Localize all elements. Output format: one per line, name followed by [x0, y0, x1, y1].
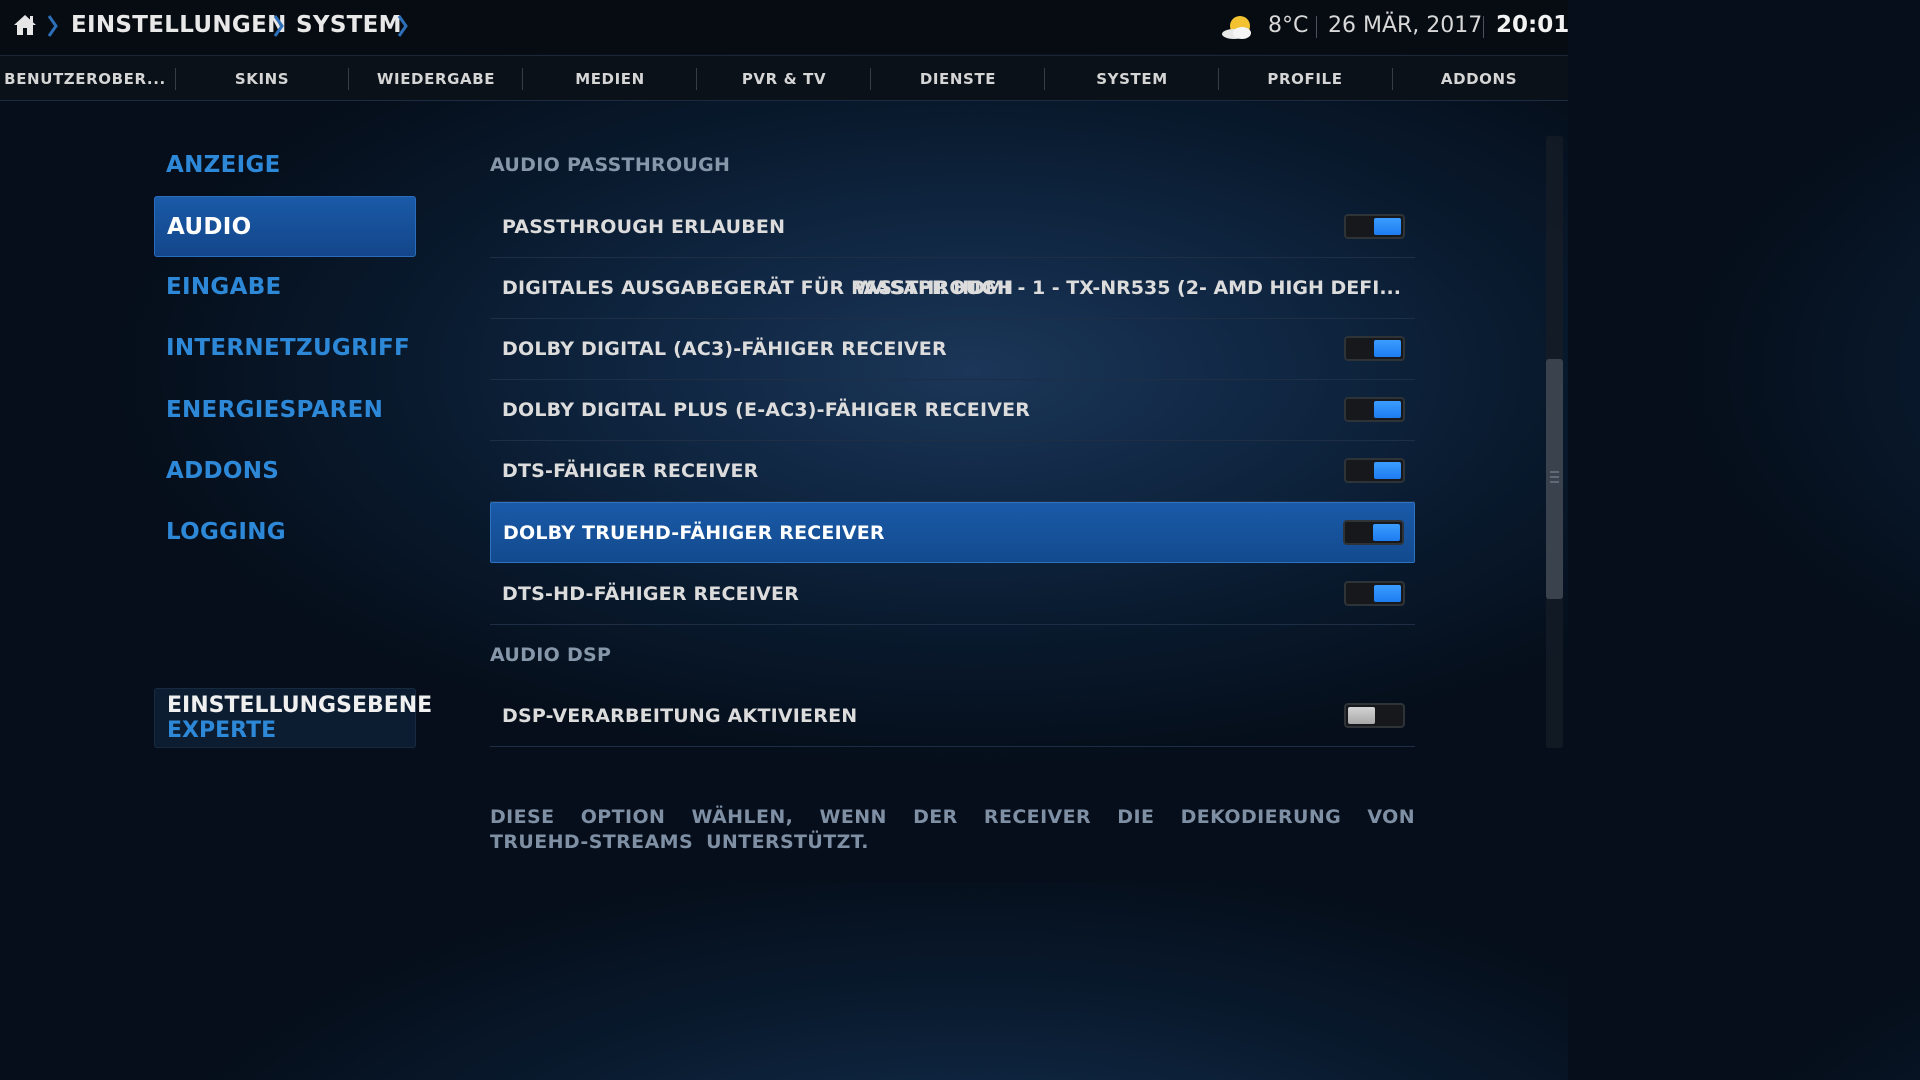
settings-level-title: EINSTELLUNGSEBENE — [167, 693, 433, 718]
tab-skins[interactable]: SKINS — [176, 56, 348, 102]
setting-dts[interactable]: DTS-FÄHIGER RECEIVER — [490, 441, 1415, 502]
header-divider — [1316, 16, 1317, 38]
menu-item-audio[interactable]: AUDIO — [154, 196, 416, 257]
toggle-switch[interactable] — [1344, 703, 1405, 728]
temperature: 8°C — [1268, 13, 1309, 38]
setting-label: DTS-FÄHIGER RECEIVER — [502, 460, 759, 482]
toggle-switch[interactable] — [1344, 458, 1405, 483]
toggle-knob — [1348, 707, 1375, 724]
menu-item-label: INTERNETZUGRIFF — [166, 335, 410, 361]
tab-profile[interactable]: PROFILE — [1219, 56, 1391, 102]
toggle-knob — [1374, 585, 1401, 602]
setting-label: DSP-VERARBEITUNG AKTIVIEREN — [502, 705, 858, 727]
scrollbar[interactable] — [1546, 136, 1563, 748]
toggle-knob — [1374, 462, 1401, 479]
menu-item-eingabe[interactable]: EINGABE — [154, 257, 416, 318]
clock: 20:01 — [1496, 12, 1570, 38]
menu-item-label: ENERGIESPAREN — [166, 397, 384, 423]
chevron-right-icon — [47, 15, 58, 37]
breadcrumb-einstellungen[interactable]: EINSTELLUNGEN — [71, 12, 287, 38]
category-tabs: BENUTZEROBER... SKINS WIEDERGABE MEDIEN … — [0, 55, 1568, 101]
toggle-switch[interactable] — [1344, 336, 1405, 361]
scrollbar-thumb[interactable] — [1546, 359, 1563, 599]
setting-passthrough-erlauben[interactable]: PASSTHROUGH ERLAUBEN — [490, 197, 1415, 258]
breadcrumb-system[interactable]: SYSTEM — [296, 12, 402, 38]
toggle-knob — [1374, 340, 1401, 357]
header-divider — [1483, 16, 1484, 38]
scrollbar-grip — [1550, 476, 1559, 478]
menu-item-addons[interactable]: ADDONS — [154, 441, 416, 502]
scrollbar-grip — [1550, 481, 1559, 483]
toggle-switch[interactable] — [1344, 214, 1405, 239]
tab-pvr-tv[interactable]: PVR & TV — [697, 56, 871, 102]
menu-item-label: ADDONS — [166, 458, 280, 484]
menu-item-label: EINGABE — [166, 274, 282, 300]
toggle-knob — [1374, 401, 1401, 418]
chevron-right-icon — [273, 15, 284, 37]
setting-label: DOLBY DIGITAL (AC3)-FÄHIGER RECEIVER — [502, 338, 947, 360]
menu-item-label: AUDIO — [167, 214, 252, 240]
toggle-knob — [1373, 524, 1400, 541]
setting-label: DOLBY DIGITAL PLUS (E-AC3)-FÄHIGER RECEI… — [502, 399, 1031, 421]
chevron-right-icon — [397, 15, 408, 37]
tab-addons[interactable]: ADDONS — [1393, 56, 1565, 102]
section-title-audio-passthrough: AUDIO PASSTHROUGH — [490, 154, 731, 176]
tab-system[interactable]: SYSTEM — [1045, 56, 1219, 102]
home-icon[interactable] — [12, 12, 38, 38]
setting-label: DOLBY TRUEHD-FÄHIGER RECEIVER — [503, 522, 885, 544]
menu-item-label: ANZEIGE — [166, 152, 281, 178]
toggle-knob — [1374, 218, 1401, 235]
menu-item-energiesparen[interactable]: ENERGIESPAREN — [154, 380, 416, 441]
toggle-switch[interactable] — [1344, 397, 1405, 422]
toggle-switch[interactable] — [1344, 581, 1405, 606]
tab-medien[interactable]: MEDIEN — [523, 56, 697, 102]
scrollbar-grip — [1550, 471, 1559, 473]
tab-dienste[interactable]: DIENSTE — [871, 56, 1045, 102]
settings-level-button[interactable]: EINSTELLUNGSEBENE EXPERTE — [154, 688, 432, 748]
setting-dsp-verarbeitung[interactable]: DSP-VERARBEITUNG AKTIVIEREN — [490, 686, 1415, 747]
setting-value: WASAPI: HDMI - 1 - TX-NR535 (2- AMD HIGH… — [854, 277, 1401, 299]
toggle-switch[interactable] — [1343, 520, 1404, 545]
setting-dolby-digital-plus[interactable]: DOLBY DIGITAL PLUS (E-AC3)-FÄHIGER RECEI… — [490, 380, 1415, 441]
setting-dts-hd[interactable]: DTS-HD-FÄHIGER RECEIVER — [490, 564, 1415, 625]
tab-wiedergabe[interactable]: WIEDERGABE — [349, 56, 523, 102]
setting-label: DTS-HD-FÄHIGER RECEIVER — [502, 583, 800, 605]
section-title-audio-dsp: AUDIO DSP — [490, 644, 612, 666]
setting-dolby-truehd[interactable]: DOLBY TRUEHD-FÄHIGER RECEIVER — [490, 502, 1415, 563]
menu-item-anzeige[interactable]: ANZEIGE — [154, 135, 416, 196]
setting-label: PASSTHROUGH ERLAUBEN — [502, 216, 786, 238]
setting-description: DIESE OPTION WÄHLEN, WENN DER RECEIVER D… — [490, 806, 1415, 853]
tab-benutzeroberflaeche[interactable]: BENUTZEROBER... — [0, 56, 170, 102]
top-bar: EINSTELLUNGEN SYSTEM 8°C 26 MÄR, 2017 20… — [0, 0, 1570, 54]
partly-cloudy-icon — [1222, 16, 1251, 39]
menu-item-internetzugriff[interactable]: INTERNETZUGRIFF — [154, 318, 416, 379]
menu-item-logging[interactable]: LOGGING — [154, 502, 416, 563]
menu-item-label: LOGGING — [166, 519, 286, 545]
date: 26 MÄR, 2017 — [1328, 13, 1483, 38]
setting-dolby-digital-ac3[interactable]: DOLBY DIGITAL (AC3)-FÄHIGER RECEIVER — [490, 319, 1415, 380]
setting-digitales-ausgabegeraet[interactable]: DIGITALES AUSGABEGERÄT FÜR PASSTHROUGH W… — [490, 258, 1415, 319]
settings-level-value: EXPERTE — [167, 718, 277, 743]
